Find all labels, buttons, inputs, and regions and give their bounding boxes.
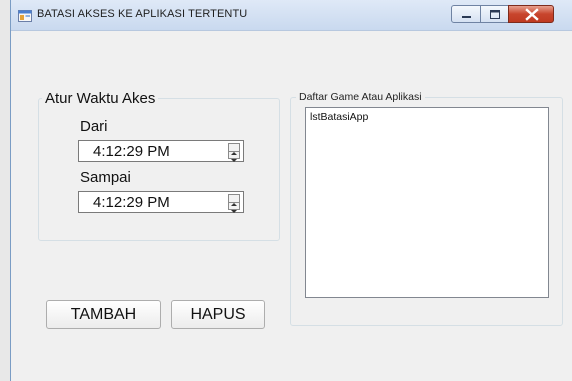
close-button[interactable] [508, 5, 554, 23]
spinner-down-icon[interactable] [229, 202, 239, 213]
minimize-icon [462, 16, 471, 18]
spinner-down-icon[interactable] [229, 151, 239, 162]
from-time-spinner[interactable] [228, 143, 240, 162]
title-bar[interactable]: BATASI AKSES KE APLIKASI TERTENTU [11, 0, 572, 31]
delete-button[interactable]: HAPUS [171, 300, 265, 329]
app-window: BATASI AKSES KE APLIKASI TERTENTU Atur W… [10, 0, 572, 381]
form-icon [18, 9, 32, 22]
to-time-picker[interactable]: 4:12:29 PM [78, 191, 244, 213]
app-listbox[interactable]: lstBatasiApp [305, 107, 549, 298]
to-time-value: 4:12:29 PM [93, 194, 170, 211]
add-button[interactable]: TAMBAH [46, 300, 161, 329]
to-label: Sampai [80, 169, 131, 186]
list-item[interactable]: lstBatasiApp [310, 111, 368, 123]
from-time-value: 4:12:29 PM [93, 143, 170, 160]
time-group-legend: Atur Waktu Akes [42, 90, 159, 107]
maximize-button[interactable] [480, 5, 509, 23]
window-title: BATASI AKSES KE APLIKASI TERTENTU [37, 8, 248, 20]
to-time-spinner[interactable] [228, 194, 240, 213]
time-group: Atur Waktu Akes [38, 90, 280, 241]
maximize-icon [490, 10, 500, 19]
close-icon [525, 8, 539, 21]
minimize-button[interactable] [451, 5, 481, 23]
from-label: Dari [80, 118, 108, 135]
from-time-picker[interactable]: 4:12:29 PM [78, 140, 244, 162]
app-list-legend: Daftar Game Atau Aplikasi [296, 91, 425, 103]
